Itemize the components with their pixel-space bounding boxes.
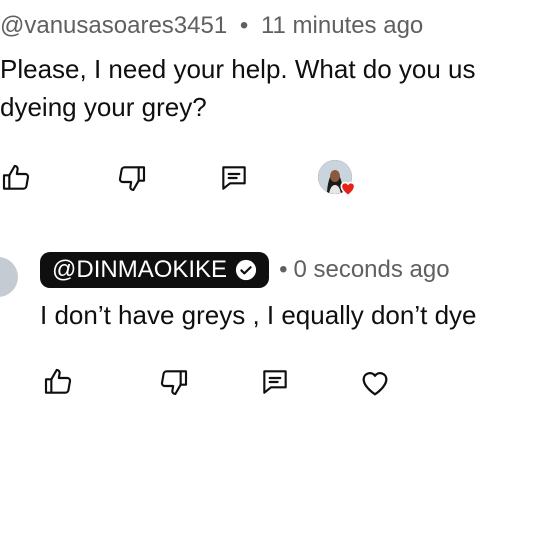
thumbs-down-icon: [158, 366, 190, 398]
heart-button[interactable]: [358, 366, 392, 400]
comment-text-line: dyeing your grey?: [0, 92, 207, 122]
reply-body: I don’t have greys , I equally don’t dye: [40, 300, 477, 330]
reply-header: @DINMAOKIKE • 0 seconds ago: [40, 252, 450, 288]
comment-icon: [218, 162, 250, 194]
avatar[interactable]: [0, 257, 18, 297]
reply-button[interactable]: [218, 162, 250, 194]
heart-icon: [358, 366, 392, 400]
meta-separator: •: [279, 256, 288, 283]
thumbs-up-icon: [0, 162, 32, 194]
thumbs-down-icon: [116, 162, 148, 194]
creator-heart: [338, 178, 358, 198]
like-button[interactable]: [42, 366, 74, 398]
comment-text-line: Please, I need your help. What do you us: [0, 54, 476, 84]
reply-username: @DINMAOKIKE: [52, 256, 228, 283]
heart-icon: [338, 178, 358, 198]
comment-body: Please, I need your help. What do you us…: [0, 50, 476, 126]
comment-timestamp: 11 minutes ago: [260, 12, 424, 39]
reply-timestamp: 0 seconds ago: [293, 256, 450, 283]
comment-icon: [259, 366, 291, 398]
reply-button[interactable]: [259, 366, 291, 398]
thumbs-up-icon: [42, 366, 74, 398]
comment-header: @vanusasoares3451 • 11 minutes ago: [0, 12, 423, 40]
creator-badge[interactable]: @DINMAOKIKE: [40, 252, 270, 288]
dislike-button[interactable]: [158, 366, 190, 398]
comment-username[interactable]: @vanusasoares3451: [0, 12, 227, 39]
verified-check-icon: [235, 259, 257, 281]
dislike-button[interactable]: [116, 162, 148, 194]
like-button[interactable]: [0, 162, 32, 194]
meta-separator: •: [239, 12, 249, 39]
